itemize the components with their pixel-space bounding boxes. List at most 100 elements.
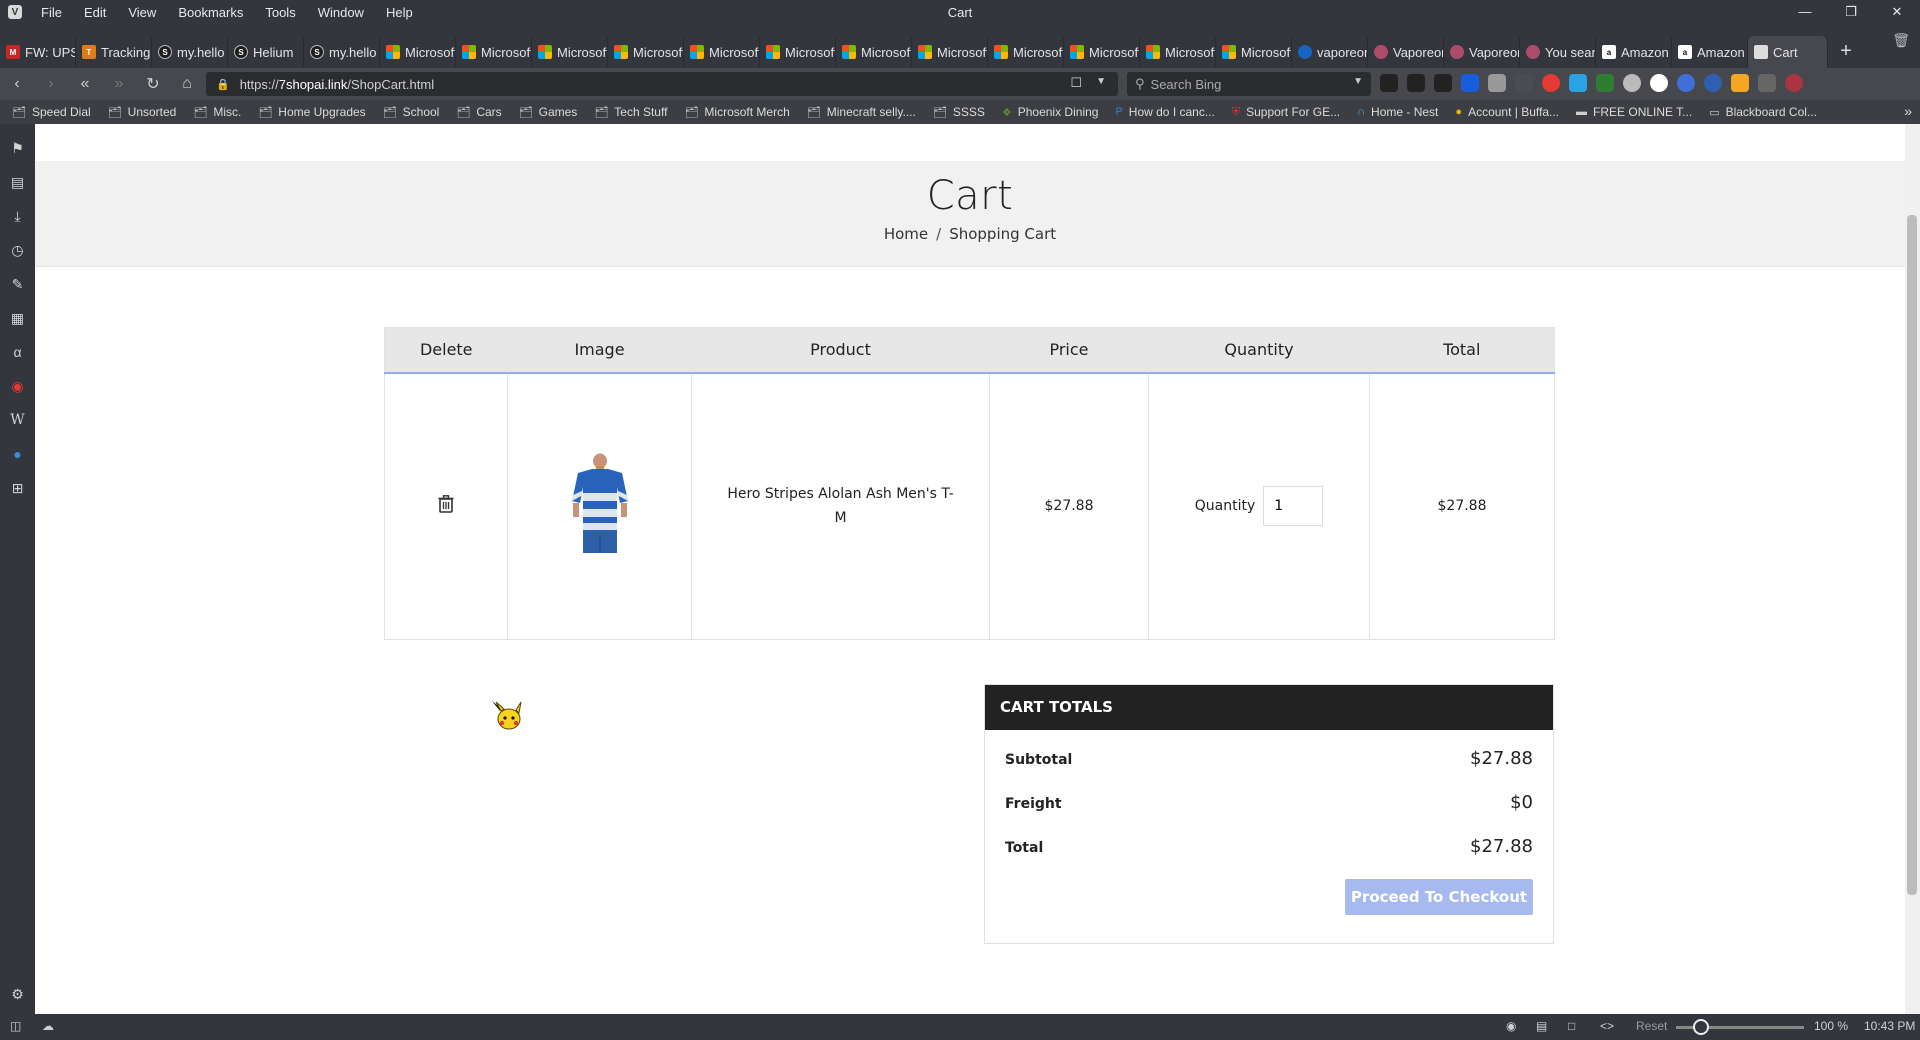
bookmark-page-icon[interactable]: ☐ bbox=[1070, 75, 1082, 91]
tab[interactable]: Microsoft bbox=[836, 36, 912, 68]
calendar-icon[interactable]: ▦ bbox=[9, 310, 26, 327]
tab[interactable]: Microsoft bbox=[1140, 36, 1216, 68]
settings-gear-icon[interactable]: ⚙ bbox=[9, 986, 26, 1003]
tab[interactable]: Vaporeon bbox=[1368, 36, 1444, 68]
panel-toggle-icon[interactable]: ◫ bbox=[10, 1019, 21, 1033]
bookmark-item[interactable]: 🗂 Unsorted bbox=[108, 105, 177, 119]
zoom-slider-knob[interactable] bbox=[1693, 1019, 1709, 1035]
product-name-link[interactable]: Hero Stripes Alolan Ash Men's T-M bbox=[726, 482, 956, 530]
tab[interactable]: a Amazon bbox=[1596, 36, 1672, 68]
home-icon[interactable]: ⌂ bbox=[170, 75, 204, 93]
notes-icon[interactable]: ✎ bbox=[9, 276, 26, 293]
bookmark-item[interactable]: 🗂 Games bbox=[519, 105, 578, 119]
bookmark-item[interactable]: 🗂 SSSS bbox=[933, 105, 985, 119]
bookmarks-panel-icon[interactable]: ⚑ bbox=[9, 140, 26, 157]
scrollbar-thumb[interactable] bbox=[1907, 215, 1917, 895]
tab[interactable]: Microsoft bbox=[988, 36, 1064, 68]
vivaldi-icon[interactable]: ◉ bbox=[9, 378, 26, 395]
add-panel-icon[interactable]: ⊞ bbox=[9, 480, 26, 497]
download-icon[interactable] bbox=[1596, 74, 1614, 92]
rewind-icon[interactable]: « bbox=[68, 75, 102, 93]
tab[interactable]: Microsoft bbox=[1216, 36, 1292, 68]
tab[interactable]: Microsoft bbox=[1064, 36, 1140, 68]
bookmark-item[interactable]: ● Account | Buffa... bbox=[1455, 105, 1559, 119]
quantity-input[interactable] bbox=[1263, 486, 1324, 527]
product-thumbnail[interactable] bbox=[570, 453, 630, 559]
extension-icon[interactable] bbox=[1650, 74, 1668, 92]
puzzle-icon[interactable] bbox=[1758, 74, 1776, 92]
trash-icon[interactable] bbox=[438, 495, 454, 517]
cloud-icon[interactable] bbox=[1623, 74, 1641, 92]
tab[interactable]: a Amazon bbox=[1672, 36, 1748, 68]
bookmark-item[interactable]: P How do I canc... bbox=[1115, 105, 1214, 119]
breadcrumb-home-link[interactable]: Home bbox=[884, 225, 928, 243]
bookmark-item[interactable]: 🗂 Misc. bbox=[193, 105, 241, 119]
window-tiling-icon[interactable]: □ bbox=[1568, 1019, 1575, 1033]
url-field[interactable]: 🔒 https://7shopai.link/ShopCart.html ☐ ▼ bbox=[206, 72, 1118, 96]
profile-icon[interactable] bbox=[1785, 74, 1803, 92]
tab[interactable]: Microsoft bbox=[380, 36, 456, 68]
extension-icon[interactable] bbox=[1569, 74, 1587, 92]
bookmark-item[interactable]: ▭ Blackboard Col... bbox=[1709, 105, 1817, 119]
menu-edit[interactable]: Edit bbox=[73, 5, 117, 20]
tab[interactable]: Vaporeon bbox=[1444, 36, 1520, 68]
page-actions-icon[interactable]: <> bbox=[1600, 1019, 1614, 1033]
lock-icon[interactable]: 🔒 bbox=[216, 78, 230, 91]
menu-tools[interactable]: Tools bbox=[254, 5, 306, 20]
translate-icon[interactable]: α bbox=[9, 344, 26, 361]
chat-icon[interactable]: ● bbox=[9, 446, 26, 463]
tab[interactable]: T Tracking bbox=[76, 36, 152, 68]
close-icon[interactable]: ✕ bbox=[1874, 0, 1920, 24]
chevron-down-icon[interactable]: ▼ bbox=[1353, 76, 1363, 87]
tab[interactable]: S Helium bbox=[228, 36, 304, 68]
tab[interactable]: Smy.hello bbox=[304, 36, 380, 68]
tab[interactable]: Microsoft bbox=[760, 36, 836, 68]
wikipedia-icon[interactable]: W bbox=[9, 412, 26, 429]
bookmark-item[interactable]: 🗂 Microsoft Merch bbox=[684, 105, 789, 119]
menu-bookmarks[interactable]: Bookmarks bbox=[167, 5, 254, 20]
extension-icon[interactable] bbox=[1488, 74, 1506, 92]
tab[interactable]: Smy.hello bbox=[152, 36, 228, 68]
tab[interactable]: Microsoft bbox=[608, 36, 684, 68]
search-field[interactable]: ⚲ Search Bing ▼ bbox=[1127, 72, 1371, 96]
tab[interactable]: You search bbox=[1520, 36, 1596, 68]
tab[interactable]: vaporeon bbox=[1292, 36, 1368, 68]
bookmark-item[interactable]: 🗂 School bbox=[383, 105, 440, 119]
minimize-icon[interactable]: — bbox=[1782, 0, 1828, 24]
menu-help[interactable]: Help bbox=[375, 5, 424, 20]
extension-icon[interactable] bbox=[1434, 74, 1452, 92]
capture-icon[interactable]: ◉ bbox=[1506, 1019, 1516, 1033]
bookmark-item[interactable]: ∩ Home - Nest bbox=[1357, 105, 1438, 119]
images-toggle-icon[interactable]: ▤ bbox=[1536, 1019, 1547, 1033]
forward-icon[interactable]: › bbox=[34, 75, 68, 93]
reading-list-icon[interactable]: ▤ bbox=[9, 174, 26, 191]
bookmark-item[interactable]: 🗂 Tech Stuff bbox=[594, 105, 667, 119]
fast-forward-icon[interactable]: » bbox=[102, 75, 136, 93]
extension-icon[interactable] bbox=[1407, 74, 1425, 92]
menu-file[interactable]: File bbox=[30, 5, 73, 20]
back-icon[interactable]: ‹ bbox=[0, 75, 34, 93]
downloads-icon[interactable]: ⤓ bbox=[9, 208, 26, 225]
extension-icon[interactable] bbox=[1731, 74, 1749, 92]
tab[interactable]: Microsoft bbox=[912, 36, 988, 68]
menu-view[interactable]: View bbox=[117, 5, 167, 20]
proceed-to-checkout-button[interactable]: Proceed To Checkout bbox=[1345, 879, 1533, 915]
tab[interactable]: Microsoft bbox=[532, 36, 608, 68]
tab[interactable]: M FW: UPS bbox=[0, 36, 76, 68]
extension-icon[interactable] bbox=[1542, 74, 1560, 92]
bookmark-item[interactable]: 🗂 Home Upgrades bbox=[258, 105, 365, 119]
bookmark-item[interactable]: ❖ Phoenix Dining bbox=[1002, 105, 1099, 119]
tab[interactable]: Microsoft bbox=[456, 36, 532, 68]
extension-icon[interactable] bbox=[1380, 74, 1398, 92]
extension-icon[interactable] bbox=[1515, 74, 1533, 92]
closed-tabs-trash-icon[interactable]: 🗑 bbox=[1892, 32, 1910, 49]
more-bookmarks-icon[interactable]: » bbox=[1904, 103, 1912, 119]
bookmark-item[interactable]: 🗂 Minecraft selly.... bbox=[807, 105, 916, 119]
bookmark-item[interactable]: 🗂 Speed Dial bbox=[12, 105, 91, 119]
restore-icon[interactable]: ❐ bbox=[1828, 0, 1874, 24]
reload-icon[interactable]: ↻ bbox=[136, 74, 170, 94]
extension-icon[interactable] bbox=[1704, 74, 1722, 92]
vivaldi-logo-icon[interactable]: V bbox=[8, 5, 22, 19]
bitwarden-icon[interactable] bbox=[1461, 74, 1479, 92]
chevron-down-icon[interactable]: ▼ bbox=[1096, 76, 1106, 87]
